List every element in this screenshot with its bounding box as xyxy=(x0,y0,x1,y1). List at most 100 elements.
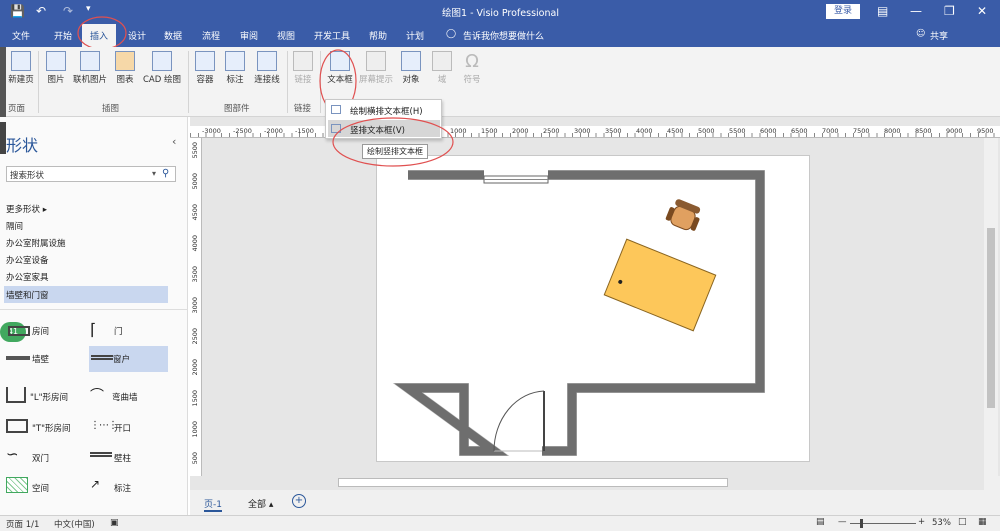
l-room-shape-icon xyxy=(6,387,26,403)
online-picture-button[interactable]: 联机图片 xyxy=(70,51,110,85)
shape-l-room[interactable]: "L"形房间 xyxy=(30,391,68,403)
login-button[interactable]: 登录 xyxy=(826,4,860,19)
more-shapes-button[interactable]: 更多形状 ▸ xyxy=(6,203,47,215)
stencil-office-accessories[interactable]: 办公室附属设施 xyxy=(6,237,66,249)
symbol-button[interactable]: Ω 符号 xyxy=(460,51,484,85)
screentip-button[interactable]: 屏幕提示 xyxy=(356,51,396,85)
new-page-button[interactable]: 新建页 xyxy=(6,51,36,85)
add-page-button[interactable]: + xyxy=(292,494,306,508)
desk[interactable] xyxy=(603,238,717,332)
tab-home[interactable]: 开始 xyxy=(54,29,72,42)
ribbon-display-icon[interactable]: ▤ xyxy=(877,4,888,18)
search-icon[interactable]: ⚲ xyxy=(162,168,169,179)
field-button[interactable]: 域 xyxy=(430,51,454,85)
undo-icon[interactable]: ↶ xyxy=(36,4,46,18)
customize-qat-icon[interactable]: ▾ xyxy=(86,4,91,14)
shape-space[interactable]: 空间 xyxy=(32,482,49,494)
link-button[interactable]: 链接 xyxy=(290,51,316,85)
ruler-label: 8000 xyxy=(884,127,901,135)
group-label-parts: 图部件 xyxy=(224,104,250,114)
object-button[interactable]: 对象 xyxy=(398,51,424,85)
horizontal-scrollbar-thumb[interactable] xyxy=(338,478,728,487)
pilaster-shape-icon xyxy=(90,452,112,457)
search-dropdown-icon[interactable]: ▾ xyxy=(152,169,156,178)
tab-help[interactable]: 帮助 xyxy=(369,29,387,42)
tab-design[interactable]: 设计 xyxy=(128,29,146,42)
ruler-label: 2500 xyxy=(191,328,199,345)
callout-button[interactable]: 标注 xyxy=(222,51,248,85)
close-icon[interactable]: ✕ xyxy=(977,4,987,18)
tab-file[interactable]: 文件 xyxy=(12,29,30,42)
stencil-walls-doors-windows[interactable]: 墙壁和门窗 xyxy=(4,286,168,303)
shape-window-highlight[interactable]: 窗户 xyxy=(89,346,168,372)
tab-process[interactable]: 流程 xyxy=(202,29,220,42)
ruler-label: 2000 xyxy=(512,127,529,135)
ruler-label: -3000 xyxy=(202,127,221,135)
shape-opening[interactable]: 开口 xyxy=(114,422,131,434)
tab-view[interactable]: 视图 xyxy=(277,29,295,42)
zoom-slider-thumb[interactable] xyxy=(860,519,863,528)
container-button[interactable]: 容器 xyxy=(192,51,218,85)
zoom-in-button[interactable]: + xyxy=(918,517,925,527)
group-label-links: 链接 xyxy=(294,104,312,114)
shape-room[interactable]: 房间 xyxy=(32,325,49,337)
tab-plan[interactable]: 计划 xyxy=(406,29,424,42)
search-shapes-input[interactable]: 搜索形状 ▾ ⚲ xyxy=(6,166,176,182)
ruler-label: -2500 xyxy=(233,127,252,135)
field-icon xyxy=(432,51,452,71)
floor-plan[interactable] xyxy=(376,155,810,462)
fit-page-icon[interactable]: ▤ xyxy=(816,517,825,527)
cad-drawing-button[interactable]: CAD 绘图 xyxy=(140,51,184,85)
zoom-out-button[interactable]: — xyxy=(838,517,847,527)
stencil-office-equipment[interactable]: 办公室设备 xyxy=(6,254,49,266)
collapse-panel-icon[interactable]: ‹ xyxy=(172,135,176,148)
stencil-cubicles[interactable]: 隔间 xyxy=(6,220,23,232)
omega-icon: Ω xyxy=(465,51,479,72)
shapes-panel: 形状 ‹ 搜索形状 ▾ ⚲ 更多形状 ▸ 隔间 办公室附属设施 办公室设备 办公… xyxy=(0,117,188,515)
shape-t-room[interactable]: "T"形房间 xyxy=(32,422,71,434)
connector-button[interactable]: 连接线 xyxy=(250,51,284,85)
shape-door[interactable]: 门 xyxy=(114,325,123,337)
tell-me-search[interactable]: 告诉我你想要做什么 xyxy=(463,29,544,42)
shape-dimension[interactable]: 标注 xyxy=(114,482,131,494)
shape-window: 窗户 xyxy=(113,355,131,365)
group-label-pages: 页面 xyxy=(8,104,26,114)
tab-review[interactable]: 审阅 xyxy=(240,29,258,42)
page-tab-1[interactable]: 页-1 xyxy=(204,497,222,512)
stencil-office-furniture[interactable]: 办公室家具 xyxy=(6,271,49,283)
all-pages-button[interactable]: 全部 ▴ xyxy=(248,497,273,510)
page-tabs-bar: 页-1 全部 ▴ + xyxy=(190,476,1000,515)
redo-icon[interactable]: ↷ xyxy=(63,4,73,18)
maximize-icon[interactable]: ❐ xyxy=(944,4,955,18)
separator xyxy=(287,51,288,113)
horizontal-ruler: -3000-2500-2000-1500-1000-50005001000150… xyxy=(190,126,1000,138)
ruler-label: 6500 xyxy=(791,127,808,135)
annotation-circle-menu xyxy=(332,117,454,167)
door[interactable] xyxy=(493,390,545,452)
shape-curved-wall[interactable]: 弯曲墙 xyxy=(112,391,138,403)
lightbulb-icon: ◯ xyxy=(446,29,457,39)
scrollbar-thumb[interactable] xyxy=(987,228,995,408)
chair[interactable] xyxy=(664,197,703,233)
object-icon xyxy=(401,51,421,71)
minimize-icon[interactable]: — xyxy=(910,4,922,18)
zoom-level[interactable]: 53% xyxy=(932,518,951,528)
vertical-scrollbar[interactable] xyxy=(984,138,998,476)
shape-wall[interactable]: 墙壁 xyxy=(32,353,49,365)
switch-windows-icon[interactable]: □ xyxy=(958,517,967,527)
tab-data[interactable]: 数据 xyxy=(164,29,182,42)
macro-record-icon[interactable]: ▣ xyxy=(110,518,119,528)
pan-zoom-icon[interactable]: ▦ xyxy=(978,517,987,527)
tab-developer[interactable]: 开发工具 xyxy=(314,29,350,42)
status-language[interactable]: 中文(中国) xyxy=(54,518,95,530)
window[interactable] xyxy=(483,175,549,184)
chart-button[interactable]: 图表 xyxy=(112,51,138,85)
ruler-label: 4000 xyxy=(191,235,199,252)
room-walls[interactable] xyxy=(392,170,765,456)
share-button[interactable]: 共享 xyxy=(930,29,948,42)
status-page[interactable]: 页面 1/1 xyxy=(6,518,39,530)
picture-button[interactable]: 图片 xyxy=(42,51,70,85)
shape-pilaster[interactable]: 壁柱 xyxy=(114,452,131,464)
shape-double-door[interactable]: 双门 xyxy=(32,452,49,464)
save-icon[interactable]: 💾 xyxy=(10,4,25,18)
